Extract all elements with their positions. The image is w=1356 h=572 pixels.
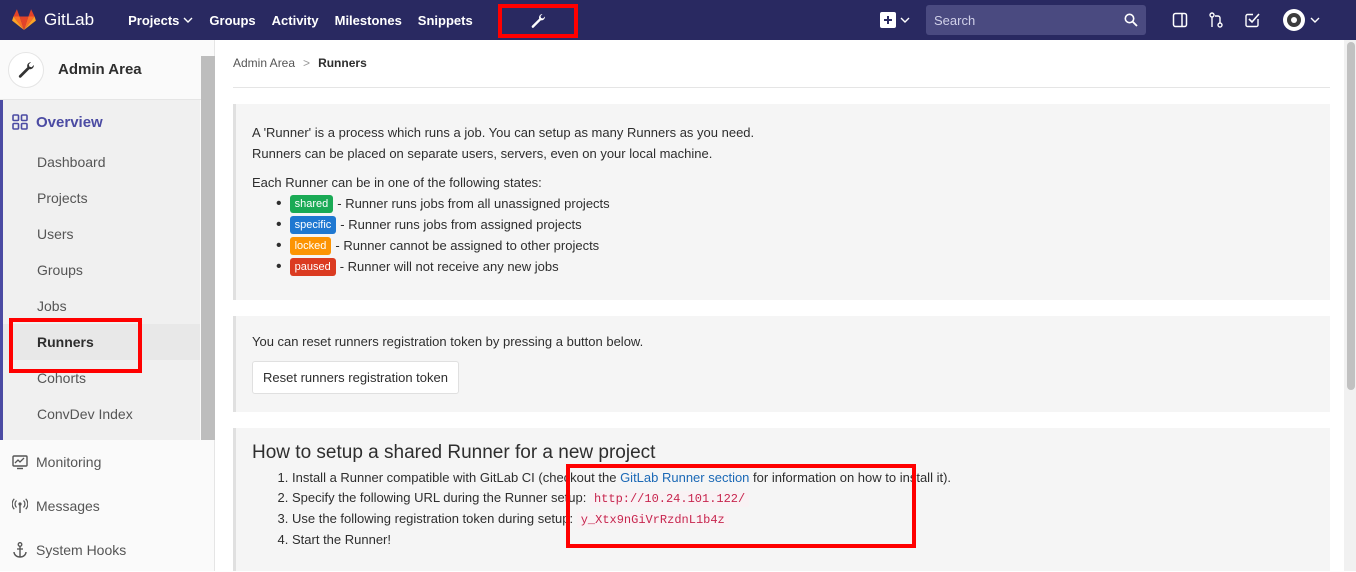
breadcrumb-admin-area[interactable]: Admin Area — [233, 56, 295, 70]
sidebar-item-overview[interactable]: Overview — [3, 100, 200, 144]
step2-text: Specify the following URL during the Run… — [292, 490, 590, 505]
grid-icon — [12, 114, 28, 130]
states-list: shared - Runner runs jobs from all unass… — [276, 193, 1330, 277]
sidebar-item-messages[interactable]: Messages — [0, 484, 215, 528]
state-item: specific - Runner runs jobs from assigne… — [276, 214, 1330, 235]
overview-label: Overview — [36, 113, 103, 131]
search-icon — [1124, 13, 1138, 27]
sidebar-item-monitoring[interactable]: Monitoring — [0, 440, 215, 484]
sidebar-item-dashboard[interactable]: Dashboard — [3, 144, 200, 180]
sidebar-icon — [1172, 12, 1188, 28]
breadcrumb: Admin Area > Runners — [233, 56, 367, 70]
nav-activity[interactable]: Activity — [272, 13, 319, 28]
logo-text: GitLab — [44, 10, 95, 29]
sidebar-header[interactable]: Admin Area — [0, 40, 214, 100]
chevron-down-icon — [900, 17, 910, 23]
page-scrollbar-thumb[interactable] — [1347, 42, 1355, 390]
sidebar-item-groups[interactable]: Groups — [3, 252, 200, 288]
badge-locked: locked — [289, 236, 332, 255]
chevron-down-icon — [1310, 17, 1320, 23]
user-avatar-menu[interactable] — [1282, 8, 1320, 32]
reset-token-text: You can reset runners registration token… — [252, 334, 644, 349]
nav-links: Projects Groups Activity Milestones Snip… — [128, 13, 489, 28]
breadcrumb-runners[interactable]: Runners — [318, 56, 367, 70]
broadcast-icon — [12, 498, 28, 513]
runners-highlight-box — [9, 318, 142, 373]
nav-milestones-label: Milestones — [334, 12, 402, 28]
sidebar-item-convdev-index[interactable]: ConvDev Index — [3, 396, 200, 432]
todos-button[interactable] — [1244, 12, 1260, 28]
system-hooks-label: System Hooks — [36, 542, 127, 558]
badge-specific: specific — [289, 215, 337, 234]
plus-square-icon — [880, 12, 896, 28]
sidebar-scrollbar[interactable] — [201, 56, 215, 440]
reset-registration-token-button[interactable]: Reset runners registration token — [252, 361, 459, 394]
sidebar-title: Admin Area — [58, 61, 142, 78]
nav-snippets-label: Snippets — [417, 12, 473, 28]
sidebar: Admin Area Overview Dashboard Projects U… — [0, 40, 215, 571]
nav-groups-label: Groups — [209, 12, 256, 28]
nav-projects-label: Projects — [128, 12, 180, 28]
nav-activity-label: Activity — [271, 12, 319, 28]
nav-groups[interactable]: Groups — [209, 13, 255, 28]
sidebar-other-items: Monitoring Messages System Hooks — [0, 440, 215, 572]
breadcrumb-divider — [233, 87, 1330, 88]
wrench-icon — [18, 61, 34, 78]
state-item: locked - Runner cannot be assigned to ot… — [276, 235, 1330, 256]
runner-states: Each Runner can be in one of the followi… — [252, 172, 1330, 277]
admin-area-button[interactable] — [498, 4, 578, 38]
main-content: Admin Area > Runners A 'Runner' is a pro… — [215, 40, 1341, 571]
top-navbar: GitLab Projects Groups Activity Mileston… — [0, 0, 1356, 40]
todo-check-icon — [1245, 13, 1260, 28]
url-token-highlight-box — [566, 464, 916, 548]
search-input[interactable] — [934, 12, 1124, 28]
reset-token-panel: You can reset runners registration token… — [233, 316, 1330, 412]
badge-shared: shared — [289, 194, 334, 213]
sidebar-item-projects[interactable]: Projects — [3, 180, 200, 216]
states-intro: Each Runner can be in one of the followi… — [252, 175, 542, 190]
new-item-button[interactable] — [880, 12, 910, 28]
state-item: paused - Runner will not receive any new… — [276, 256, 1330, 277]
chevron-down-icon — [183, 17, 193, 23]
monitor-icon — [12, 455, 28, 470]
nav-milestones[interactable]: Milestones — [335, 13, 402, 28]
anchor-icon — [13, 542, 27, 558]
search-box — [926, 5, 1146, 35]
state-desc: - Runner runs jobs from all unassigned p… — [337, 196, 610, 211]
badge-paused: paused — [289, 257, 336, 276]
state-desc: - Runner cannot be assigned to other pro… — [335, 238, 600, 253]
nav-snippets[interactable]: Snippets — [418, 13, 473, 28]
state-desc: - Runner will not receive any new jobs — [339, 259, 559, 274]
merge-request-icon — [1209, 12, 1223, 28]
merge-requests-button[interactable] — [1208, 12, 1224, 28]
nav-right — [880, 0, 1356, 40]
runner-info-panel: A 'Runner' is a process which runs a job… — [233, 104, 1330, 300]
monitoring-label: Monitoring — [36, 454, 102, 470]
setup-title: How to setup a shared Runner for a new p… — [252, 442, 656, 463]
breadcrumb-separator: > — [303, 56, 311, 70]
state-desc: - Runner runs jobs from assigned project… — [340, 217, 582, 232]
info-line-1: A 'Runner' is a process which runs a job… — [252, 125, 755, 140]
sidebar-item-system-hooks[interactable]: System Hooks — [0, 528, 215, 572]
messages-label: Messages — [36, 498, 100, 514]
gitlab-tanuki-icon — [12, 9, 36, 30]
wrench-icon — [531, 14, 546, 28]
gitlab-logo[interactable]: GitLab — [12, 9, 94, 31]
sidebar-toggle-button[interactable] — [1172, 12, 1188, 28]
nav-projects[interactable]: Projects — [128, 13, 193, 28]
sidebar-item-users[interactable]: Users — [3, 216, 200, 252]
info-line-2: Runners can be placed on separate users,… — [252, 146, 713, 161]
step3-text: Use the following registration token dur… — [292, 511, 577, 526]
state-item: shared - Runner runs jobs from all unass… — [276, 193, 1330, 214]
overview-section: Overview Dashboard Projects Users Groups… — [0, 100, 200, 440]
avatar-icon — [1283, 9, 1305, 31]
admin-avatar — [8, 51, 44, 88]
